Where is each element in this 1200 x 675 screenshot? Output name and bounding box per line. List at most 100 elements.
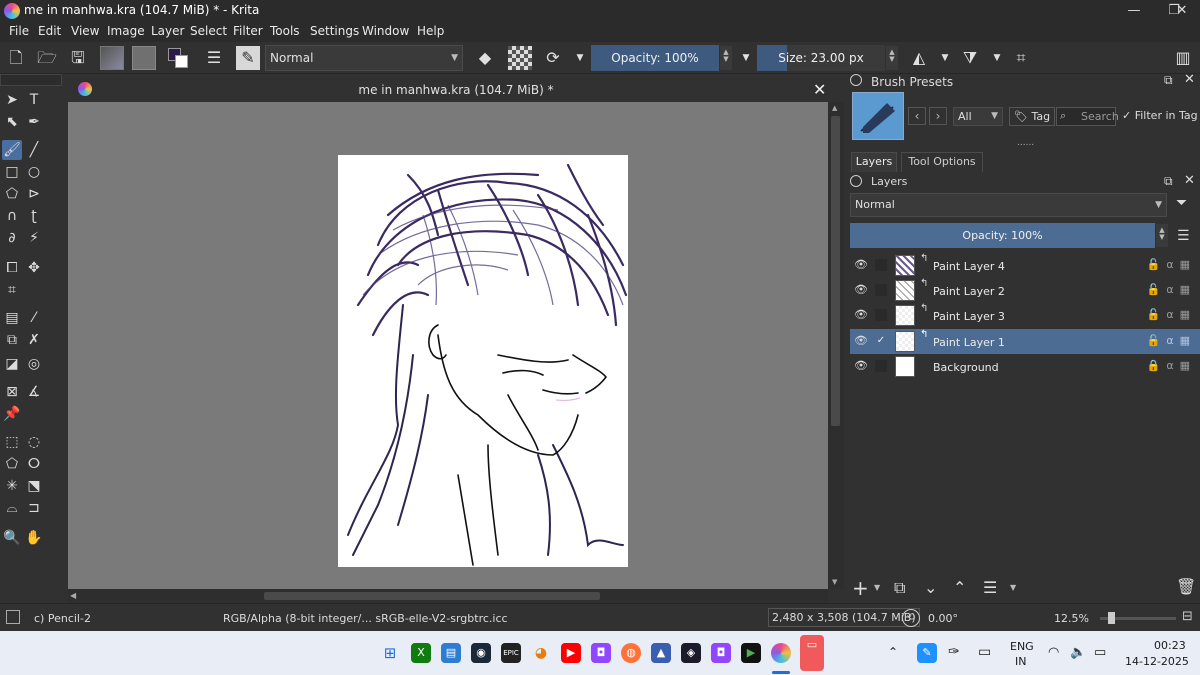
hamburger-menu-icon[interactable]: ☰ [1177,228,1190,244]
delete-layer-icon[interactable]: 🗑 [1176,577,1196,596]
twitch-studio-icon[interactable]: ◘ [711,643,731,663]
bezier-selection-tool-icon[interactable]: ⌓ [2,498,22,518]
text-tool-icon[interactable]: T [24,90,44,110]
transform-tool-icon[interactable]: ⧠ [2,258,22,278]
xbox-icon[interactable]: X [411,643,431,663]
freehand-brush-tool-icon[interactable]: 🖌 [2,140,22,160]
similar-color-selection-tool-icon[interactable]: ⬔ [24,476,44,496]
edit-shapes-tool-icon[interactable]: ⬉ [2,112,22,132]
inherit-alpha-icon[interactable]: ▦ [1180,359,1196,372]
polygon-tool-icon[interactable]: ⬠ [2,184,22,204]
assistant-tool-icon[interactable]: ⊠ [2,382,22,402]
show-hidden-icons-icon[interactable]: ⌃ [888,645,898,659]
app-icon[interactable]: ▲ [651,643,671,663]
inherit-alpha-icon[interactable]: ▦ [1180,308,1196,321]
lock-icon[interactable]: 🔓 [1147,308,1167,321]
layer-row-selected[interactable]: 👁 ✓ ↰ Paint Layer 1 🔓α▦ [850,329,1200,354]
resize-handle[interactable]: ...... [1017,138,1034,148]
alpha-icon[interactable]: α [1166,283,1179,296]
rotation-icon[interactable]: ⟲ [902,609,920,627]
battery-icon[interactable]: ▭ [1094,645,1106,660]
pen-tray-icon[interactable]: ✑ [948,644,960,660]
layer-checkbox[interactable] [875,284,887,296]
layer-opacity-slider[interactable]: Opacity: 100% [850,223,1155,248]
layer-flags[interactable]: 🔒α▦ [1147,359,1196,372]
layer-flags[interactable]: 🔓α▦ [1147,283,1196,296]
eye-visible-icon[interactable]: 👁 [854,258,868,272]
inherit-alpha-icon[interactable]: ▦ [1180,283,1196,296]
brush-preset-icon[interactable]: ✎ [236,46,260,70]
menu-tools[interactable]: Tools [270,24,300,38]
inherit-alpha-icon[interactable]: ▦ [1180,334,1196,347]
blender-icon[interactable]: ◕ [531,643,551,663]
rectangle-tool-icon[interactable]: □ [2,162,22,182]
pinned-app-icon[interactable]: ▭ [800,635,824,671]
vertical-scroll-thumb[interactable] [831,116,840,426]
layer-checkbox[interactable] [875,309,887,321]
preset-filter-select[interactable]: All ▼ [953,107,1003,126]
menu-window[interactable]: Window [362,24,409,38]
lock-icon[interactable]: 🔓 [1147,258,1167,271]
next-preset-button[interactable]: › [929,107,947,125]
menu-filter[interactable]: Filter [233,24,263,38]
smart-patch-tool-icon[interactable]: ✗ [24,330,44,350]
region-indicator[interactable]: IN [1015,655,1026,668]
layer-row[interactable]: 👁 ↰ Paint Layer 3 🔓α▦ [850,303,1200,328]
alpha-icon[interactable]: α [1166,258,1179,271]
layer-checkbox-checked[interactable]: ✓ [875,335,887,347]
menu-select[interactable]: Select [190,24,227,38]
menu-view[interactable]: View [71,24,99,38]
gradient-preset-icon[interactable] [100,46,124,70]
menu-help[interactable]: Help [417,24,444,38]
fill-tool-icon[interactable]: ◪ [2,354,22,374]
youtube-icon[interactable]: ▶ [561,643,581,663]
epic-games-icon[interactable]: EPIC [501,643,521,663]
chevron-down-icon[interactable]: ▼ [985,46,1009,70]
alpha-icon[interactable]: α [1166,359,1179,372]
scroll-up-icon[interactable]: ▲ [832,104,837,112]
volume-icon[interactable]: 🔈 [1070,645,1086,660]
filter-in-tag-checkbox[interactable]: ✓ Filter in Tag [1122,109,1198,122]
display-tray-icon[interactable]: ▭ [978,644,991,660]
previous-preset-button[interactable]: ‹ [908,107,926,125]
drawing-canvas[interactable] [338,155,628,567]
mirror-vertical-icon[interactable]: ⧩ [958,46,982,70]
freehand-selection-tool-icon[interactable]: ⵔ [24,454,44,474]
line-tool-icon[interactable]: ╱ [24,140,44,160]
float-docker-icon[interactable]: ⧉ [1164,174,1173,189]
opacity-slider[interactable]: Opacity: 100% [591,45,719,71]
lock-icon[interactable]: 🔓 [1147,334,1167,347]
zoom-slider-handle[interactable] [1108,612,1115,624]
menu-image[interactable]: Image [107,24,145,38]
add-layer-icon[interactable]: + [852,576,869,600]
elliptical-selection-tool-icon[interactable]: ◌ [24,432,44,452]
freehand-path-tool-icon[interactable]: ʈ [24,206,44,226]
close-document-button[interactable]: ✕ [813,80,826,99]
scroll-down-icon[interactable]: ▼ [832,578,837,586]
eye-visible-icon[interactable]: 👁 [854,308,868,322]
wrap-around-icon[interactable]: ⌗ [1009,46,1033,70]
layer-flags[interactable]: 🔓α▦ [1147,334,1196,347]
layer-checkbox[interactable] [875,259,887,271]
close-docker-icon[interactable]: ✕ [1184,72,1195,87]
contiguous-selection-tool-icon[interactable]: ✳ [2,476,22,496]
layer-flags[interactable]: 🔓α▦ [1147,308,1196,321]
reload-preset-icon[interactable]: ⟳ [541,46,565,70]
menu-file[interactable]: File [9,24,29,38]
tray-app-icon[interactable]: ✎ [917,643,937,663]
open-document-icon[interactable]: 🗁 [35,46,59,70]
eraser-icon[interactable]: ◆ [473,46,497,70]
horizontal-scroll-thumb[interactable] [264,592,600,600]
save-icon[interactable]: 🖫 [66,46,90,70]
chevron-down-icon[interactable]: ▼ [933,46,957,70]
size-slider[interactable]: Size: 23.00 px [757,45,885,71]
clock-time[interactable]: 00:23 [1154,639,1186,652]
current-brush-preset[interactable] [852,92,904,140]
collapse-icon[interactable] [850,74,862,86]
move-tool-icon[interactable]: ✥ [24,258,44,278]
magnetic-selection-tool-icon[interactable]: ⊐ [24,498,44,518]
chevron-down-icon[interactable]: ▼ [874,583,880,592]
layer-flags[interactable]: 🔓α▦ [1147,258,1196,271]
eye-visible-icon[interactable]: 👁 [854,283,868,297]
preserve-alpha-icon[interactable] [508,46,532,70]
